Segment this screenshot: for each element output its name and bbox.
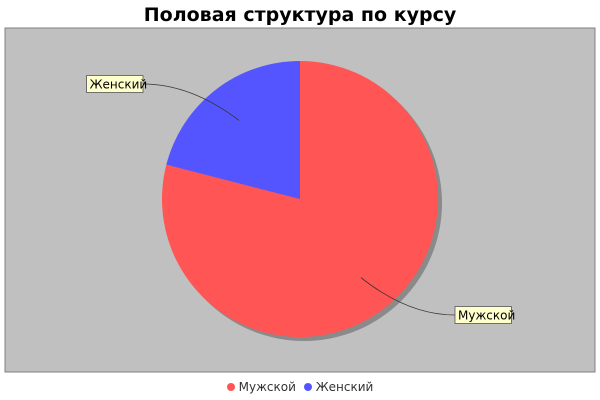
legend-swatch-male <box>226 383 235 391</box>
legend: Мужской Женский <box>0 379 600 395</box>
pie-label-text-female: Женский <box>90 78 148 92</box>
legend-swatch-female <box>303 383 312 391</box>
legend-item-female[interactable]: Женский <box>303 379 374 395</box>
legend-label-male: Мужской <box>238 380 296 394</box>
chart-svg: Мужской Женский <box>4 27 596 373</box>
legend-item-male[interactable]: Мужской <box>226 379 296 395</box>
legend-label-female: Женский <box>315 380 374 394</box>
pie-label-text-male: Мужской <box>458 309 515 323</box>
